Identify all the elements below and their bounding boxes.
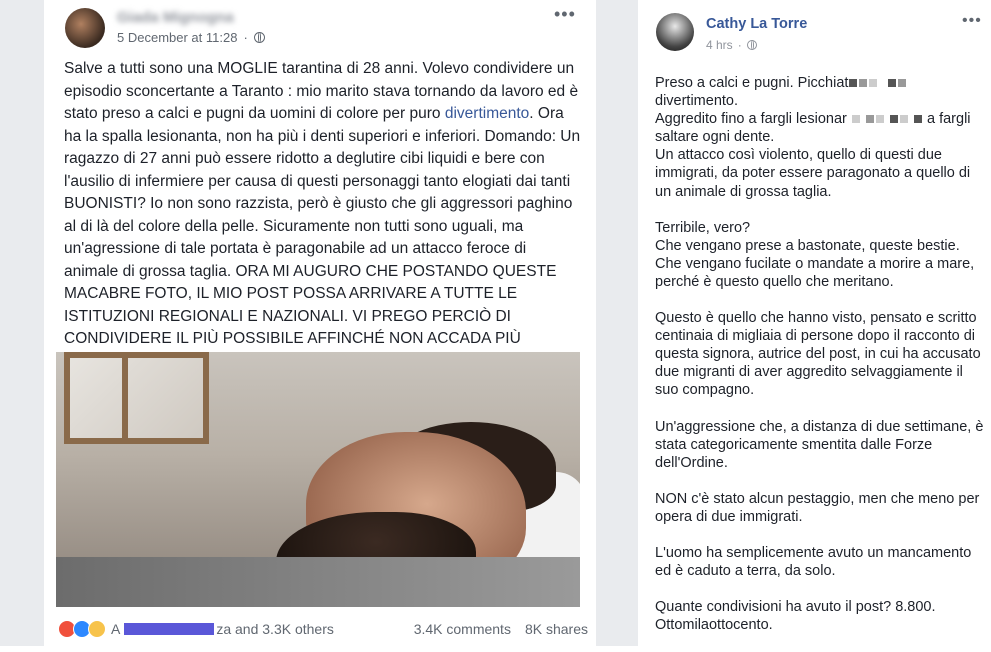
original-post-card: Giada Mignogna 5 December at 11:28 · •••… [44, 0, 596, 646]
post-body: Salve a tutti sono una MOGLIE tarantina … [64, 60, 581, 370]
more-options-icon[interactable]: ••• [554, 4, 576, 25]
more-options-icon[interactable]: ••• [962, 12, 982, 30]
globe-icon [746, 40, 757, 50]
paragraph: Quante condivisioni ha avuto il post? 8.… [655, 599, 936, 634]
post-body: Preso a calci e pugni. Picchiat divertim… [655, 74, 985, 652]
reactions-prefix[interactable]: A [111, 621, 120, 637]
paragraph: Questo è quello che hanno visto, pensato… [655, 310, 981, 399]
redaction-bar [124, 623, 215, 635]
embedded-screenshot: Giada Mignogna 5 December at 11:28 · •••… [0, 0, 638, 646]
globe-icon [253, 32, 265, 43]
paragraph: NON c'è stato alcun pestaggio, men che m… [655, 490, 980, 525]
paragraph: Terribile, vero? Che vengano prese a bas… [655, 219, 975, 290]
author-name[interactable]: Cathy La Torre [706, 16, 807, 32]
author-name-blurred[interactable]: Giada Mignogna [117, 9, 234, 26]
paragraph: Un'aggressione che, a distanza di due se… [655, 418, 984, 471]
sad-reaction-icon[interactable] [88, 620, 106, 638]
post-photo[interactable] [56, 352, 580, 607]
reactions-bar: A za and 3.3K others 3.4K comments 8K sh… [58, 620, 588, 638]
paragraph: Preso a calci e pugni. Picchiat divertim… [655, 75, 971, 200]
photo-window [64, 352, 209, 444]
photo-sheet [56, 557, 580, 607]
post-time[interactable]: 4 hrs [706, 38, 733, 52]
post-timestamp[interactable]: 5 December at 11:28 [117, 30, 237, 45]
avatar[interactable] [656, 13, 694, 51]
post-meta: 4 hrs · [706, 38, 757, 52]
avatar[interactable] [65, 8, 105, 48]
reactions-count[interactable]: za and 3.3K others [216, 621, 334, 637]
post-meta: 5 December at 11:28 · [117, 30, 265, 45]
hashtag-link[interactable]: divertimento [445, 105, 529, 122]
paragraph: L'uomo ha semplicemente avuto un mancame… [655, 544, 972, 580]
comments-count[interactable]: 3.4K comments [414, 621, 511, 637]
shares-count[interactable]: 8K shares [525, 621, 588, 637]
